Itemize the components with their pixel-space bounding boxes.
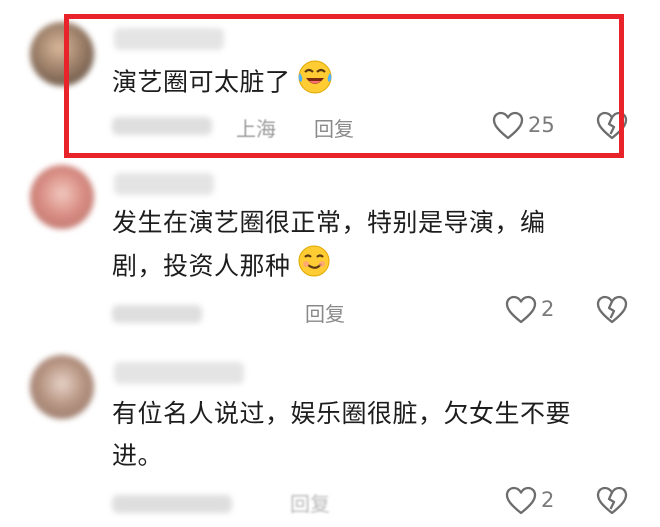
avatar[interactable]: [30, 355, 94, 419]
heart-icon[interactable]: [505, 486, 537, 520]
username-blurred[interactable]: [114, 173, 214, 195]
comment-text: 有位名人说过，娱乐圈很脏，欠女生不要 进。: [112, 393, 571, 477]
comment-item: 有位名人说过，娱乐圈很脏，欠女生不要 进。 回复 2: [0, 340, 660, 527]
comment-text-line: 有位名人说过，娱乐圈很脏，欠女生不要: [112, 399, 572, 428]
highlight-box: [64, 14, 624, 158]
comment-text-line-2: 剧，投资人那种: [112, 244, 546, 291]
broken-heart-icon[interactable]: [596, 486, 628, 520]
comment-text-line-2: 进。: [112, 441, 164, 470]
comment-text-content: 剧，投资人那种: [112, 251, 291, 281]
timestamp-blurred: [112, 305, 202, 323]
comment-text: 发生在演艺圈很正常，特别是导演，编 剧，投资人那种: [112, 202, 546, 291]
broken-heart-icon[interactable]: [596, 295, 628, 329]
like-count: 2: [541, 297, 555, 321]
reply-button[interactable]: 回复: [305, 298, 345, 327]
comment-item: 发生在演艺圈很正常，特别是导演，编 剧，投资人那种 回复 2: [0, 165, 660, 340]
avatar[interactable]: [30, 165, 94, 229]
comment-text-line: 发生在演艺圈很正常，特别是导演，编: [112, 208, 546, 237]
smirking-emoji: [297, 244, 331, 291]
timestamp-blurred: [112, 495, 232, 513]
heart-icon[interactable]: [505, 295, 537, 329]
reply-button[interactable]: 回复: [290, 488, 330, 517]
like-count: 2: [541, 488, 555, 512]
username-blurred[interactable]: [114, 362, 244, 384]
